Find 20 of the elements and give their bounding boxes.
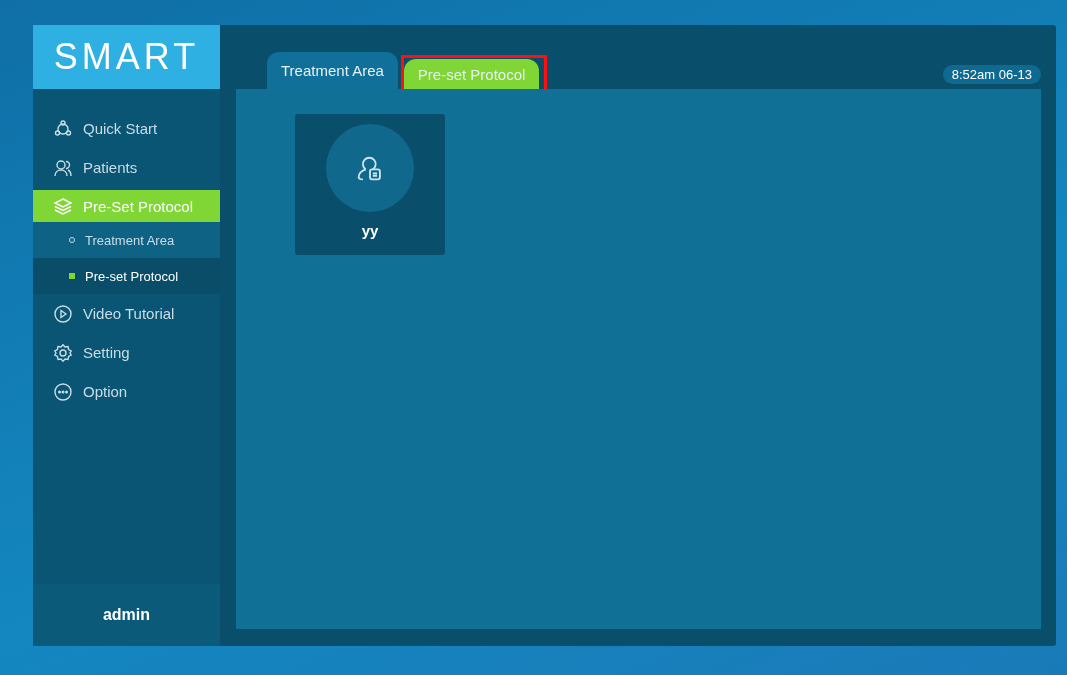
protocol-card[interactable]: yy [295, 114, 445, 255]
users-icon [53, 157, 73, 178]
sidebar-subitem[interactable]: Pre-set Protocol [33, 258, 220, 294]
sidebar-item[interactable]: Option [33, 372, 220, 411]
network-icon [53, 118, 73, 139]
tab[interactable]: Treatment Area [267, 52, 398, 89]
settings-icon [53, 342, 73, 363]
user-name: admin [33, 584, 220, 646]
sidebar-item[interactable]: Video Tutorial [33, 294, 220, 333]
layers-icon [53, 196, 73, 216]
sidebar-item[interactable]: Setting [33, 333, 220, 372]
clock: 8:52am 06-13 [942, 64, 1041, 84]
more-icon [53, 381, 73, 402]
sidebar-item[interactable]: Patients [33, 148, 220, 187]
bullet-icon [69, 273, 75, 279]
protocol-name: yy [361, 222, 379, 239]
sidebar-item[interactable]: Quick Start [33, 109, 220, 148]
play-icon [53, 303, 73, 324]
sidebar-subitem[interactable]: Treatment Area [33, 222, 220, 258]
logo: SMART [33, 25, 220, 89]
